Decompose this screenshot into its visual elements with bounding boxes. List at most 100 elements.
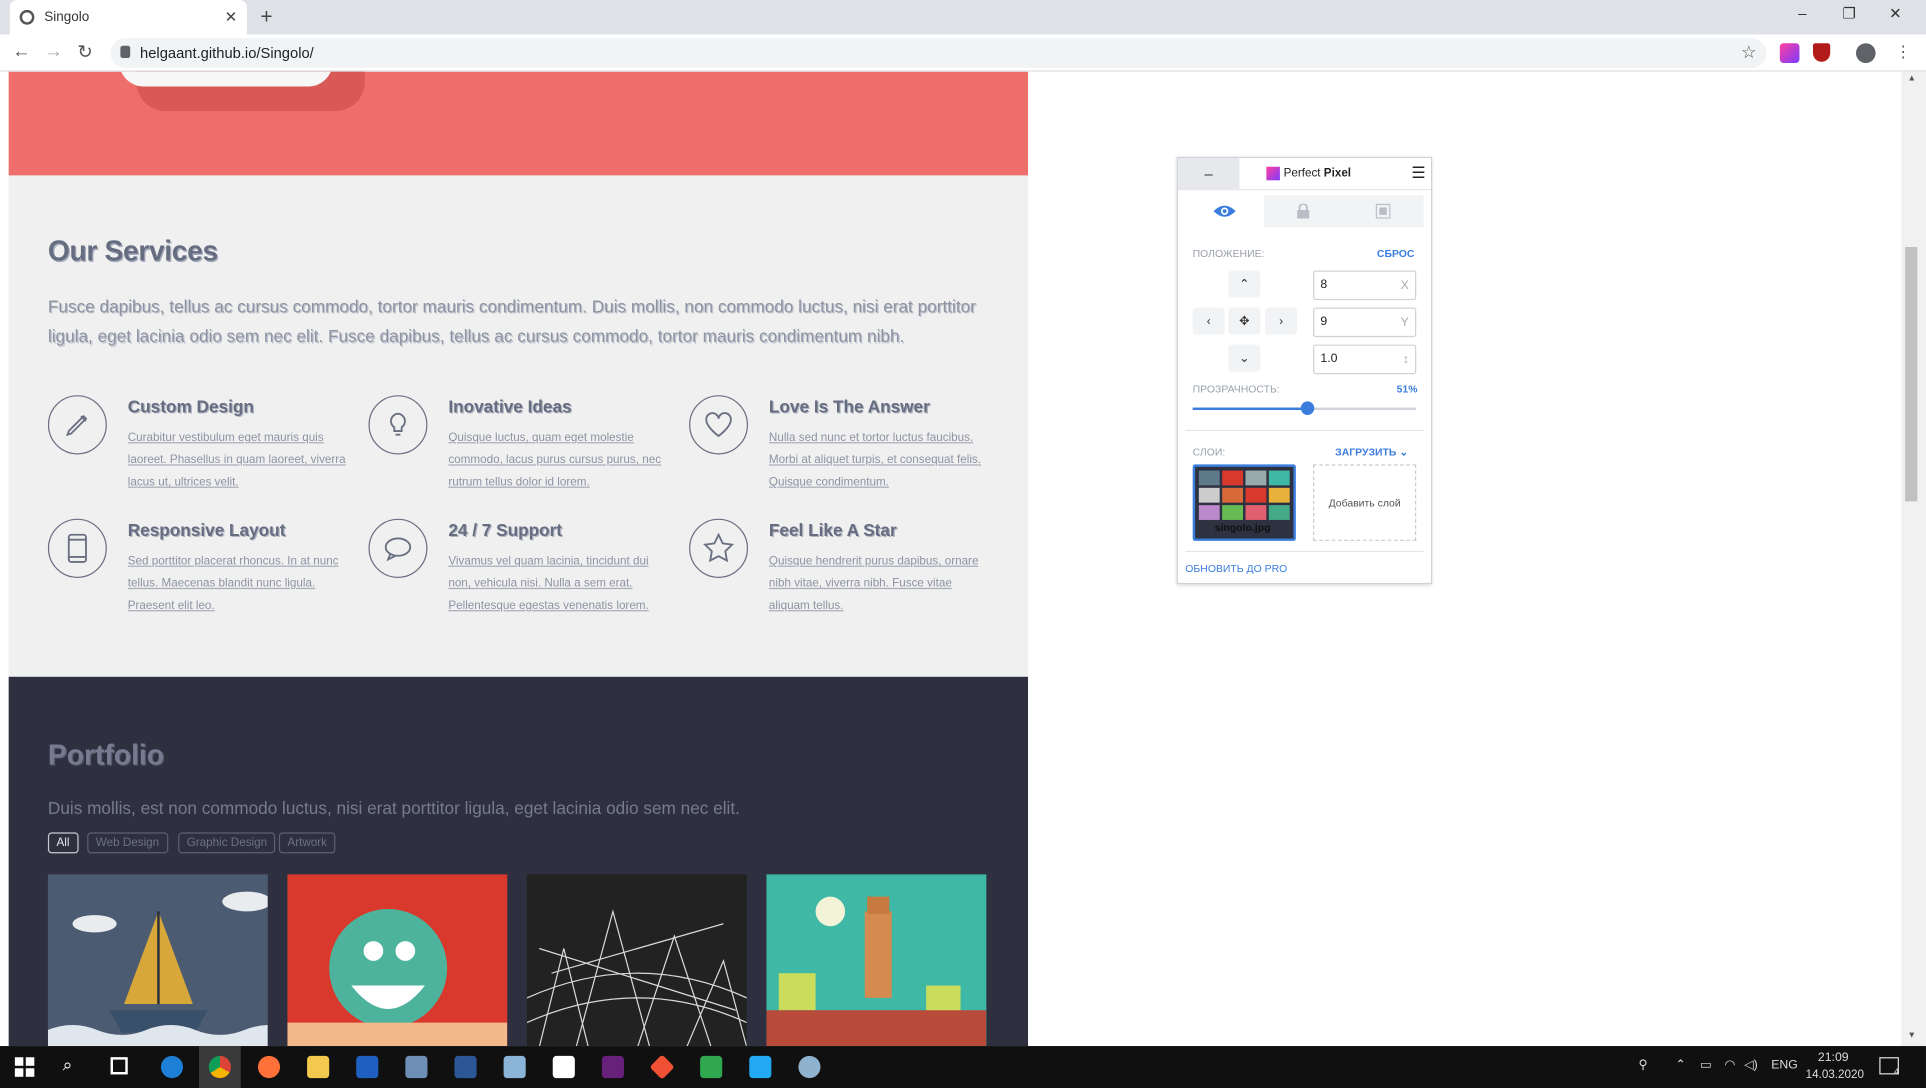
perfect-pixel-logo-icon	[1266, 166, 1280, 181]
move-left-button[interactable]: ‹	[1192, 307, 1225, 335]
x-position-input[interactable]: 8 X	[1313, 270, 1417, 301]
perfect-pixel-extension-icon[interactable]	[1779, 43, 1800, 63]
service-text: Curabitur vestibulum eget mauris quis la…	[127, 431, 346, 490]
file-explorer-icon[interactable]	[307, 1055, 330, 1079]
filter-graphic-design-button[interactable]: Graphic Design	[178, 832, 276, 854]
service-text: Quisque hendrerit purus dapibus, ornare …	[768, 554, 979, 613]
upload-link[interactable]: ЗАГРУЗИТЬ ⌄	[1335, 446, 1408, 460]
portfolio-description: Duis mollis, est non commodo luctus, nis…	[47, 797, 740, 818]
notification-count: 4	[1894, 1068, 1899, 1077]
move-up-button[interactable]: ⌃	[1228, 270, 1261, 298]
show-hidden-icons[interactable]: ⌃	[1675, 1058, 1685, 1072]
move-right-button[interactable]: ›	[1265, 307, 1298, 335]
search-icon[interactable]: ⌕	[63, 1055, 73, 1076]
paint-icon[interactable]	[798, 1055, 821, 1079]
move-down-button[interactable]: ⌄	[1228, 344, 1261, 372]
lock-icon	[120, 45, 131, 59]
layers-label: СЛОИ:	[1192, 445, 1226, 459]
task-view-icon[interactable]	[110, 1057, 128, 1075]
globe-icon	[19, 9, 35, 25]
service-item: Custom Design Curabitur vestibulum eget …	[47, 395, 355, 494]
scale-input[interactable]: 1.0 ↕	[1313, 344, 1417, 375]
filter-all-button[interactable]: All	[47, 832, 79, 854]
windows-taskbar: ⌕ ⚲ ⌃ ▭ ◠ ◁) ENG 21:09 14.03.2020 4	[0, 1046, 1926, 1088]
layer-thumbnail[interactable]: singolo.jpg	[1192, 464, 1296, 541]
opacity-value: 51%	[1396, 382, 1418, 396]
back-arrow-icon[interactable]: ←	[12, 41, 30, 62]
reset-link[interactable]: СБРОС	[1377, 247, 1415, 259]
minimize-button[interactable]: –	[1798, 5, 1806, 22]
service-item: Inovative Ideas Quisque luctus, quam ege…	[368, 395, 675, 494]
page-scrollbar[interactable]: ▲ ▼	[1901, 71, 1926, 1047]
clock-date[interactable]: 14.03.2020	[1806, 1068, 1864, 1082]
services-description: Fusce dapibus, tellus ac cursus commodo,…	[47, 296, 976, 346]
layer-name: singolo.jpg	[1214, 521, 1271, 534]
eye-icon	[1213, 205, 1236, 217]
more-menu-icon[interactable]: ⋮	[1895, 42, 1911, 62]
tab-close-icon[interactable]: ✕	[225, 9, 237, 26]
portfolio-image-city-sketch[interactable]	[526, 874, 747, 1047]
maximize-button[interactable]: ❐	[1842, 5, 1855, 22]
tablet-icon	[47, 518, 107, 578]
divider	[1185, 429, 1424, 432]
chat-bubble-icon	[368, 518, 428, 578]
singolo-site: Our Services Fusce dapibus, tellus ac cu…	[8, 71, 1029, 1047]
language-indicator[interactable]: ENG	[1771, 1058, 1798, 1072]
vscode-icon[interactable]	[749, 1055, 772, 1079]
center-button[interactable]: ✥	[1228, 307, 1261, 335]
scrollbar-thumb[interactable]	[1905, 247, 1918, 502]
windows-start-icon[interactable]	[14, 1057, 35, 1077]
portfolio-image-robot[interactable]	[766, 874, 987, 1047]
heart-icon	[689, 395, 749, 455]
chevron-down-icon: ⌄	[1399, 445, 1409, 459]
portfolio-image-creature[interactable]	[287, 874, 508, 1047]
portfolio-image-sailboat[interactable]	[47, 874, 268, 1047]
portfolio-section: Portfolio Duis mollis, est non commodo l…	[8, 676, 1029, 1047]
tab-lock[interactable]	[1264, 195, 1343, 227]
tab-visibility[interactable]	[1185, 195, 1264, 228]
divider	[1185, 550, 1424, 553]
app-icon[interactable]	[700, 1055, 723, 1079]
close-window-button[interactable]: ✕	[1889, 5, 1901, 22]
bookmark-star-icon[interactable]: ☆	[1741, 42, 1756, 63]
network-icon[interactable]: ◠	[1725, 1058, 1736, 1072]
3d-viewer-icon[interactable]	[503, 1055, 526, 1079]
scroll-up-icon[interactable]: ▲	[1908, 74, 1917, 83]
app-icon[interactable]	[405, 1055, 428, 1079]
ublock-shield-icon[interactable]	[1812, 43, 1831, 62]
service-item: 24 / 7 Support Vivamus vel quam lacinia,…	[368, 518, 675, 618]
people-icon[interactable]: ⚲	[1639, 1058, 1648, 1072]
visual-studio-icon[interactable]	[601, 1055, 624, 1079]
opacity-slider-handle[interactable]	[1300, 401, 1315, 415]
star-icon	[689, 518, 749, 578]
firefox-icon[interactable]	[257, 1055, 281, 1079]
word-icon[interactable]	[454, 1055, 477, 1079]
minimize-panel-button[interactable]: –	[1177, 158, 1240, 191]
upgrade-pro-link[interactable]: ОБНОВИТЬ ДО PRO	[1185, 562, 1287, 574]
forward-arrow-icon[interactable]: →	[44, 41, 62, 62]
service-text: Nulla sed nunc et tortor luctus faucibus…	[768, 431, 982, 490]
service-text: Sed porttitor placerat rhoncus. In at nu…	[127, 554, 339, 613]
tab-invert[interactable]	[1343, 195, 1424, 227]
profile-avatar-icon[interactable]	[1855, 43, 1876, 63]
battery-icon[interactable]: ▭	[1700, 1058, 1712, 1072]
app-icon[interactable]	[356, 1055, 379, 1079]
service-title: Responsive Layout	[127, 519, 286, 540]
reload-icon[interactable]: ↻	[77, 41, 92, 63]
edge-icon[interactable]	[160, 1055, 184, 1079]
git-icon[interactable]	[649, 1054, 675, 1080]
address-bar[interactable]: helgaant.github.io/Singolo/ ☆	[110, 38, 1767, 68]
clock-time[interactable]: 21:09	[1818, 1051, 1849, 1065]
notepad-icon[interactable]	[552, 1055, 575, 1079]
hamburger-menu-icon[interactable]: ☰	[1411, 163, 1425, 183]
y-position-input[interactable]: 9 Y	[1313, 307, 1417, 338]
chrome-icon[interactable]	[208, 1055, 231, 1079]
new-tab-button[interactable]: +	[260, 5, 272, 30]
hero-device	[119, 71, 333, 87]
filter-artwork-button[interactable]: Artwork	[278, 832, 336, 854]
browser-tab[interactable]: Singolo ✕	[9, 0, 247, 35]
volume-icon[interactable]: ◁)	[1744, 1058, 1758, 1072]
filter-web-design-button[interactable]: Web Design	[87, 832, 168, 854]
add-layer-button[interactable]: Добавить слой	[1313, 464, 1417, 541]
scroll-down-icon[interactable]: ▼	[1908, 1031, 1917, 1040]
